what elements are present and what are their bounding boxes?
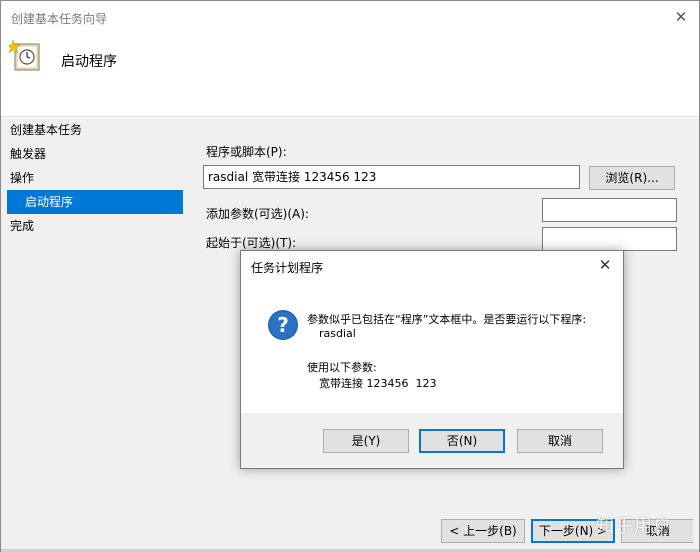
confirm-dialog: 任务计划程序 ✕ ? 参数似乎已包括在“程序”文本框中。是否要运行以下程序: r… [240, 250, 624, 469]
start-in-input[interactable] [542, 227, 677, 251]
task-scheduler-icon [9, 39, 40, 71]
program-label: 程序或脚本(P): [206, 145, 287, 159]
dialog-footer: 是(Y) 否(N) 取消 [241, 413, 623, 468]
nav-item-action[interactable]: 操作 [7, 166, 183, 190]
page-heading: 启动程序 [61, 54, 117, 70]
program-input[interactable]: rasdial 宽带连接 123456 123 [203, 165, 580, 189]
watermark: 知乎用户 [596, 516, 672, 537]
dialog-message-program: rasdial [319, 327, 356, 340]
args-input[interactable] [542, 198, 677, 222]
wizard-header: 启动程序 [1, 33, 699, 117]
dialog-message-line1: 参数似乎已包括在“程序”文本框中。是否要运行以下程序: [307, 313, 587, 326]
nav-item-finish[interactable]: 完成 [7, 214, 183, 238]
yes-button[interactable]: 是(Y) [323, 429, 409, 453]
dialog-message-line3: 使用以下参数: [307, 361, 377, 374]
args-label: 添加参数(可选)(A): [206, 207, 309, 221]
question-icon: ? [268, 310, 298, 340]
dialog-message-args: 宽带连接 123456 123 [319, 377, 437, 390]
right-edge [693, 118, 699, 552]
dialog-title: 任务计划程序 [251, 261, 324, 275]
wizard-steps-nav: 创建基本任务 触发器 操作 启动程序 完成 [7, 118, 183, 238]
dialog-cancel-button[interactable]: 取消 [517, 429, 603, 453]
nav-item-start-program[interactable]: 启动程序 [7, 190, 183, 214]
dialog-close-icon[interactable]: ✕ [595, 255, 615, 275]
svg-text:?: ? [277, 313, 289, 337]
start-in-label: 起始于(可选)(T): [206, 236, 297, 250]
window-title: 创建基本任务向导 [11, 12, 108, 26]
browse-button[interactable]: 浏览(R)... [589, 166, 675, 190]
nav-item-create-basic-task[interactable]: 创建基本任务 [7, 118, 183, 142]
close-icon[interactable]: ✕ [671, 7, 691, 27]
back-button[interactable]: < 上一步(B) [441, 519, 525, 543]
nav-item-trigger[interactable]: 触发器 [7, 142, 183, 166]
no-button[interactable]: 否(N) [419, 429, 505, 453]
title-bar: 创建基本任务向导 ✕ [1, 1, 699, 33]
